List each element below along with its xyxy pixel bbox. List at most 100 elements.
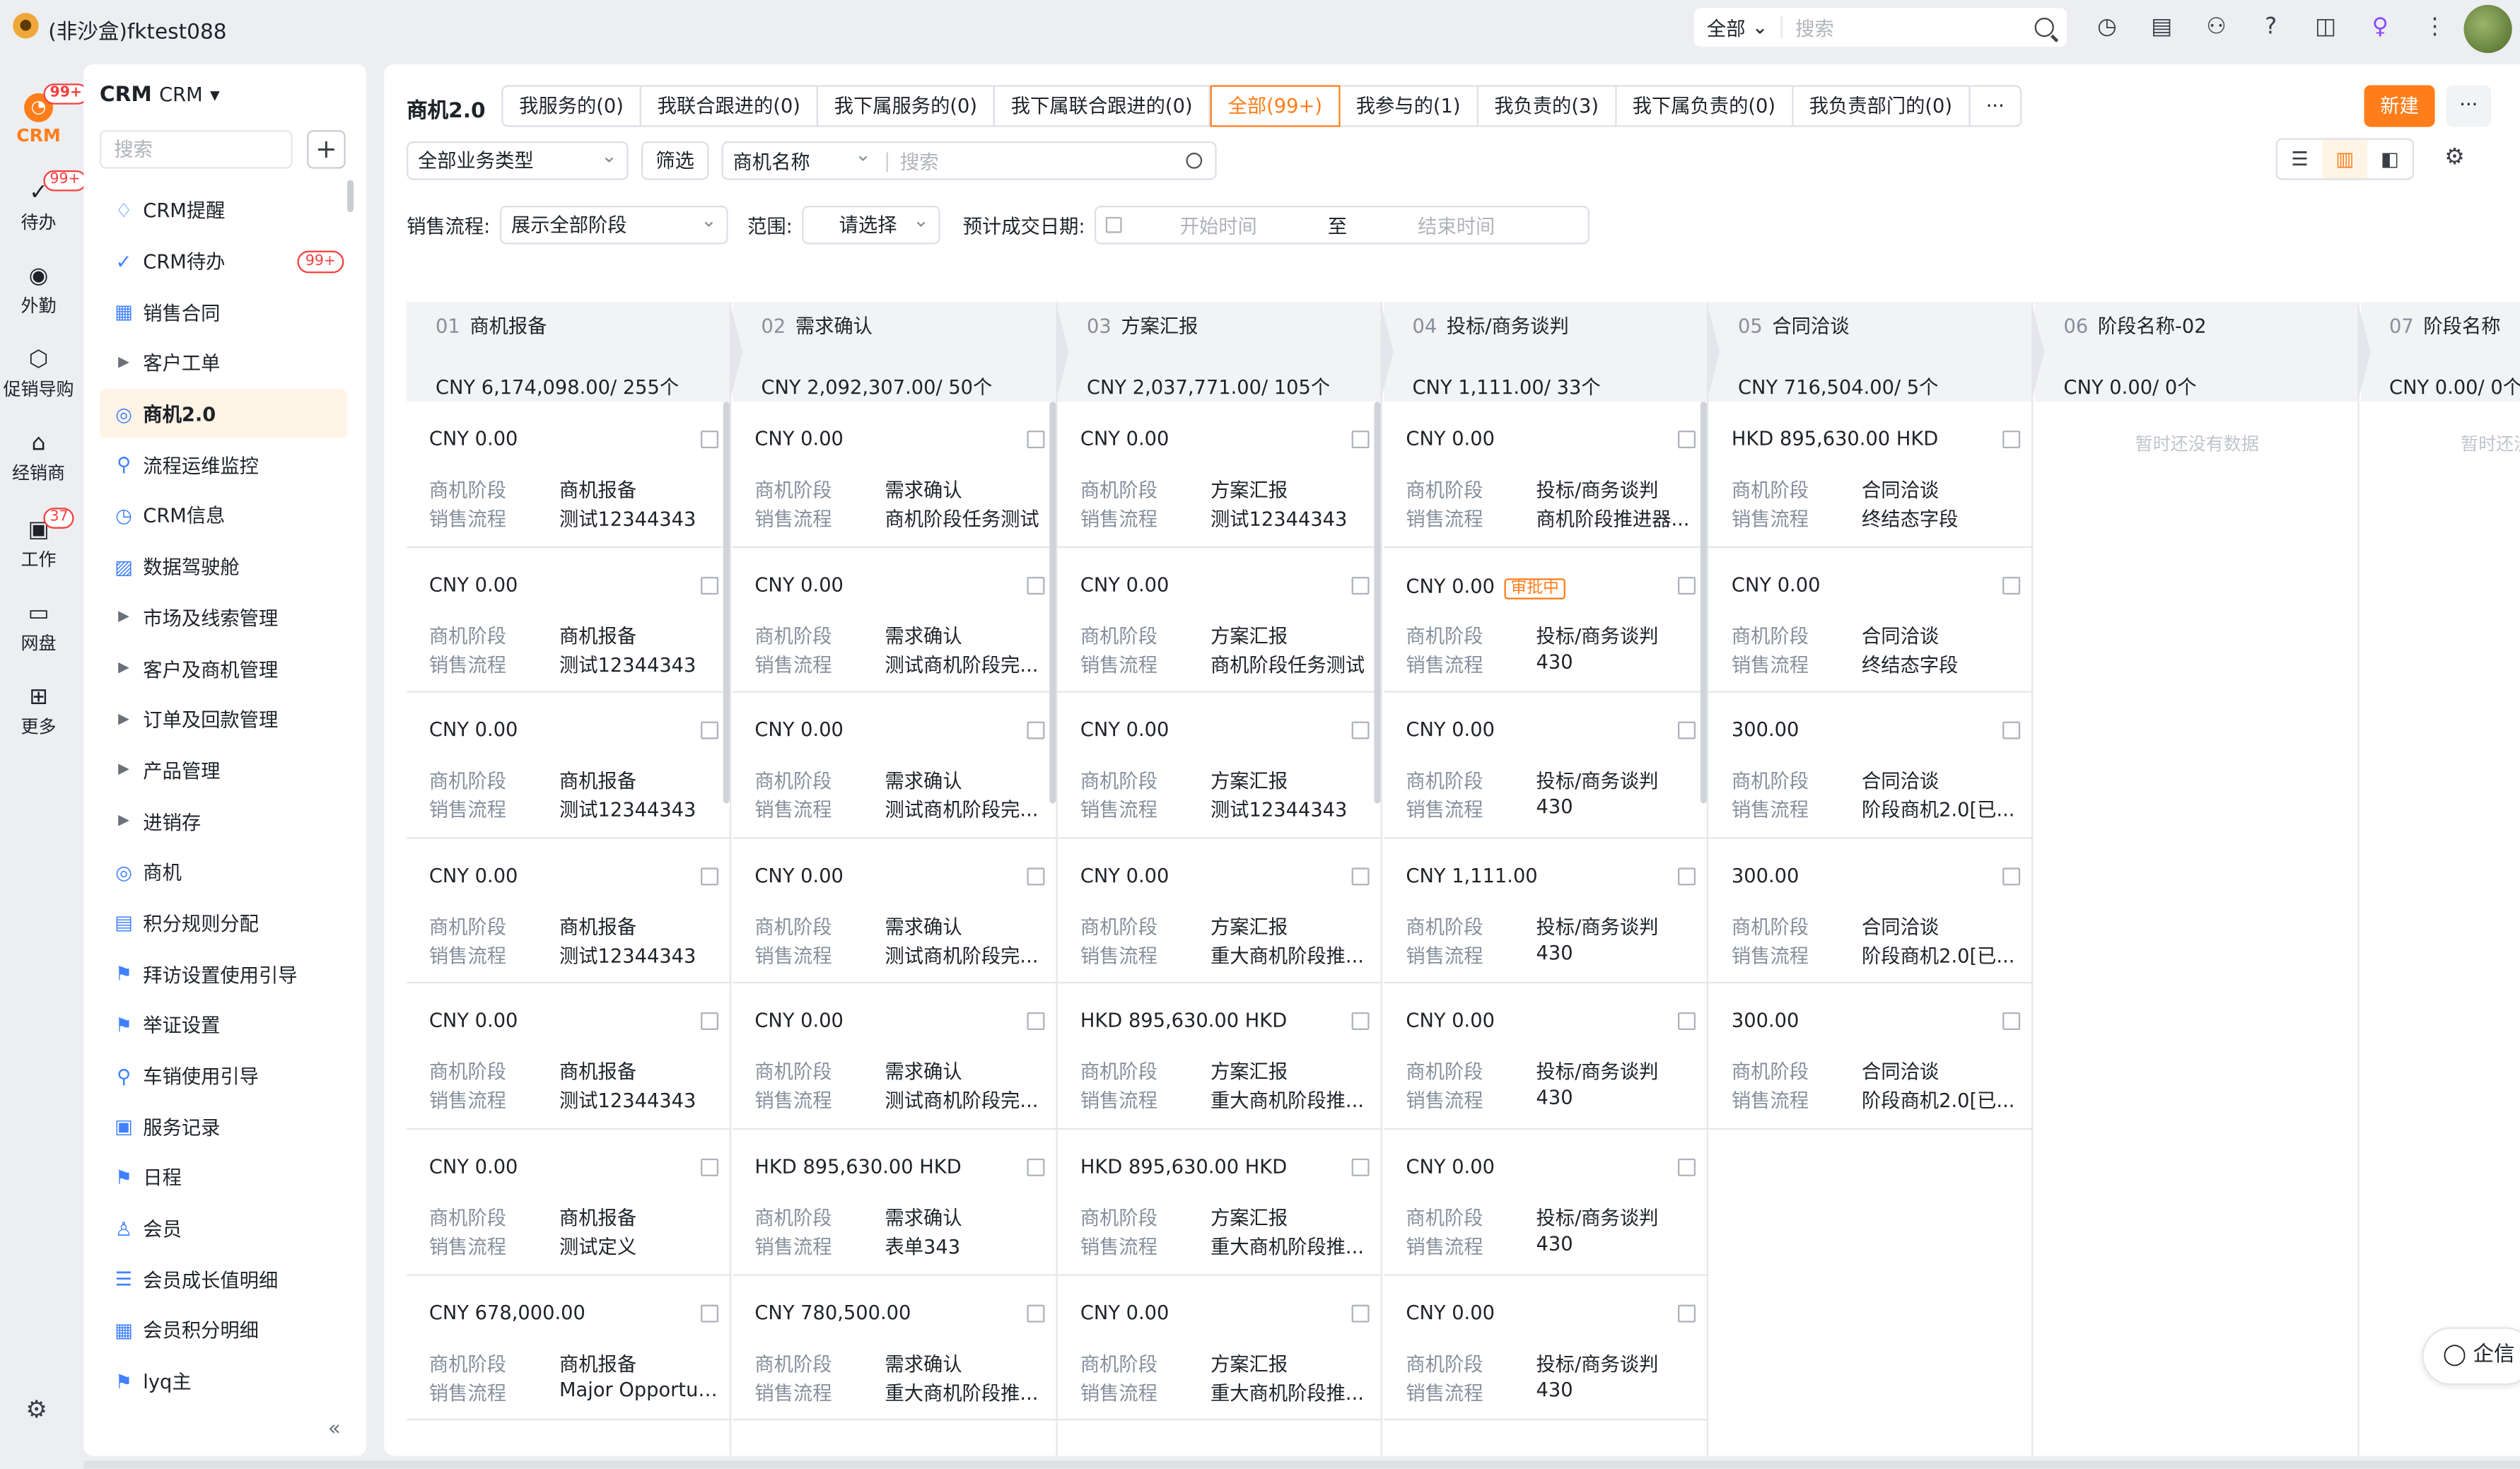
sidebar-item[interactable]: ⚲ 车销使用引导 bbox=[100, 1050, 347, 1101]
list-view-icon[interactable]: ☰ bbox=[2277, 140, 2323, 179]
edit-icon[interactable] bbox=[2003, 431, 2022, 449]
edit-icon[interactable] bbox=[1026, 1304, 1044, 1322]
date-range-picker[interactable]: 开始时间 至 结束时间 bbox=[1095, 205, 1590, 245]
edit-icon[interactable] bbox=[2003, 867, 2022, 885]
ai-assistant-icon[interactable]: ♀ bbox=[2362, 10, 2398, 45]
edit-icon[interactable] bbox=[2003, 722, 2022, 740]
opportunity-card[interactable]: CNY 0.00 商机阶段 合同洽谈 销售流程 终结态字段 bbox=[1709, 547, 2034, 693]
column-header[interactable]: 06 阶段名称-02 CNY 0.00/ 0个 bbox=[2034, 302, 2371, 402]
search-icon[interactable] bbox=[1186, 152, 1203, 169]
add-menu-button[interactable]: + bbox=[307, 130, 346, 169]
sidebar-item[interactable]: ⚑ lyq主 bbox=[100, 1356, 347, 1407]
tab-8[interactable]: 我负责部门的(0) bbox=[1792, 85, 1971, 127]
edit-icon[interactable] bbox=[1352, 722, 1370, 740]
sidebar-item[interactable]: ▶ 产品管理 bbox=[100, 745, 347, 796]
filter-button[interactable]: 筛选 bbox=[641, 141, 709, 180]
split-view-icon[interactable]: ◧ bbox=[2367, 140, 2413, 179]
column-scrollbar[interactable] bbox=[723, 402, 730, 804]
opportunity-card[interactable]: CNY 678,000.00 商机阶段 商机报备 销售流程 Major Opportun… bbox=[407, 1275, 732, 1421]
opportunity-card[interactable]: CNY 0.00 商机阶段 方案汇报 销售流程 测试12344343 bbox=[1058, 402, 1383, 548]
clock-icon[interactable]: ◷ bbox=[2089, 10, 2125, 45]
rail-item-2[interactable]: ◉ 外勤 bbox=[0, 264, 77, 318]
more-vertical-icon[interactable]: ⋮ bbox=[2417, 10, 2453, 45]
scope-select[interactable]: 请选择 bbox=[802, 202, 940, 245]
horizontal-scrollbar[interactable] bbox=[83, 1461, 2520, 1469]
rail-item-4[interactable]: ⌂ 经销商 bbox=[0, 431, 77, 485]
edit-icon[interactable] bbox=[701, 1012, 719, 1031]
sidebar-item[interactable]: ◎ 商机 bbox=[100, 847, 347, 898]
sidebar-search-input[interactable]: 搜索 bbox=[99, 130, 293, 169]
edit-icon[interactable] bbox=[1677, 1304, 1696, 1322]
edit-icon[interactable] bbox=[1352, 1304, 1370, 1322]
search-icon[interactable] bbox=[2034, 18, 2054, 37]
edit-icon[interactable] bbox=[2003, 1012, 2022, 1031]
rail-item-7[interactable]: ⊞ 更多 bbox=[0, 684, 77, 739]
edit-icon[interactable] bbox=[701, 1304, 719, 1322]
help-icon[interactable]: ? bbox=[2253, 10, 2289, 45]
sidebar-item[interactable]: ♙ 会员 bbox=[100, 1203, 347, 1254]
edit-icon[interactable] bbox=[701, 576, 719, 595]
column-header[interactable]: 07 阶段名称 CNY 0.00/ 0个 bbox=[2360, 302, 2520, 402]
tab-2[interactable]: 我下属服务的(0) bbox=[817, 85, 995, 127]
rail-item-1[interactable]: ✓ 待办 99+ bbox=[0, 170, 87, 235]
edit-icon[interactable] bbox=[2003, 576, 2022, 595]
opportunity-card[interactable]: CNY 1,111.00 商机阶段 投标/商务谈判 销售流程 430 bbox=[1383, 838, 1708, 984]
sidebar-item[interactable]: ⚑ 拜访设置使用引导 bbox=[100, 949, 347, 1000]
opportunity-card[interactable]: 300.00 商机阶段 合同洽谈 销售流程 阶段商机2.0[已... bbox=[1709, 838, 2034, 984]
global-search-input[interactable]: 搜索 bbox=[1783, 13, 2035, 41]
tab-6[interactable]: 我负责的(3) bbox=[1478, 85, 1616, 127]
opportunity-card[interactable]: CNY 0.00 商机阶段 商机报备 销售流程 测试定义 bbox=[407, 1130, 732, 1275]
sidebar-item[interactable]: ◷ CRM信息 bbox=[100, 491, 347, 542]
sidebar-item[interactable]: ⚑ 日程 bbox=[100, 1152, 347, 1203]
opportunity-card[interactable]: CNY 0.00 商机阶段 需求确认 销售流程 商机阶段任务测试 bbox=[732, 402, 1057, 548]
edit-icon[interactable] bbox=[1677, 867, 1696, 885]
rail-item-6[interactable]: ▭ 网盘 bbox=[0, 601, 77, 655]
edit-icon[interactable] bbox=[1677, 1158, 1696, 1176]
shop-icon[interactable]: ◫ bbox=[2308, 10, 2343, 45]
tab-3[interactable]: 我下属联合跟进的(0) bbox=[994, 85, 1211, 127]
opportunity-card[interactable]: CNY 780,500.00 商机阶段 需求确认 销售流程 重大商机阶段推... bbox=[732, 1275, 1057, 1421]
sidebar-item[interactable]: ▣ 服务记录 bbox=[100, 1101, 347, 1152]
opportunity-card[interactable]: CNY 0.00 商机阶段 方案汇报 销售流程 重大商机阶段推... bbox=[1058, 838, 1383, 984]
rail-item-0[interactable]: ◔ CRM 99+ bbox=[0, 83, 89, 146]
opportunity-card[interactable]: CNY 0.00 商机阶段 商机报备 销售流程 测试12344343 bbox=[407, 693, 732, 839]
opportunity-card[interactable]: CNY 0.00 商机阶段 投标/商务谈判 销售流程 430 bbox=[1383, 693, 1708, 839]
more-actions-button[interactable]: ··· bbox=[2446, 85, 2492, 127]
kanban-view-icon[interactable]: ▥ bbox=[2322, 139, 2368, 179]
sidebar-item[interactable]: ♢ CRM提醒 bbox=[100, 185, 347, 235]
sidebar-item[interactable]: ☰ 会员成长值明细 bbox=[100, 1254, 347, 1305]
collapse-sidebar-icon[interactable]: « bbox=[328, 1417, 341, 1441]
column-header[interactable]: 02 需求确认 CNY 2,092,307.00/ 50个 bbox=[732, 302, 1068, 402]
sidebar-item[interactable]: ▦ 销售合同 bbox=[100, 286, 347, 337]
opportunity-card[interactable]: HKD 895,630.00 HKD 商机阶段 方案汇报 销售流程 重大商机阶段推... bbox=[1058, 984, 1383, 1130]
opportunity-search-input[interactable]: 搜索 bbox=[890, 147, 1186, 175]
tab-4[interactable]: 全部(99+) bbox=[1210, 85, 1341, 127]
sidebar-item[interactable]: ▶ 订单及回款管理 bbox=[100, 694, 347, 745]
new-button[interactable]: 新建 bbox=[2364, 85, 2435, 127]
tab-7[interactable]: 我下属负责的(0) bbox=[1616, 85, 1793, 127]
opportunity-card[interactable]: HKD 895,630.00 HKD 商机阶段 需求确认 销售流程 表单343 bbox=[732, 1130, 1057, 1275]
global-search[interactable]: 全部 ⌄ 搜索 bbox=[1693, 8, 2067, 47]
opportunity-card[interactable]: CNY 0.00 商机阶段 需求确认 销售流程 测试商机阶段完... bbox=[732, 547, 1057, 693]
edit-icon[interactable] bbox=[1677, 1012, 1696, 1031]
opportunity-card[interactable]: CNY 0.00 商机阶段 方案汇报 销售流程 重大商机阶段推... bbox=[1058, 1275, 1383, 1421]
opportunity-card[interactable]: CNY 0.00 商机阶段 需求确认 销售流程 测试商机阶段完... bbox=[732, 984, 1057, 1130]
column-scrollbar[interactable] bbox=[1374, 402, 1381, 804]
opportunity-card[interactable]: CNY 0.00 审批中 商机阶段 投标/商务谈判 销售流程 430 bbox=[1383, 547, 1708, 693]
edit-icon[interactable] bbox=[1352, 431, 1370, 449]
edit-icon[interactable] bbox=[701, 867, 719, 885]
edit-icon[interactable] bbox=[1026, 1012, 1044, 1031]
opportunity-card[interactable]: CNY 0.00 商机阶段 投标/商务谈判 销售流程 430 bbox=[1383, 984, 1708, 1130]
sales-process-select[interactable]: 展示全部阶段 bbox=[500, 202, 728, 245]
view-settings-icon[interactable]: ⚙ bbox=[2444, 145, 2465, 170]
edit-icon[interactable] bbox=[1026, 431, 1044, 449]
opportunity-card[interactable]: CNY 0.00 商机阶段 需求确认 销售流程 测试商机阶段完... bbox=[732, 693, 1057, 839]
tab-0[interactable]: 我服务的(0) bbox=[501, 85, 641, 127]
opportunity-card[interactable]: CNY 0.00 商机阶段 投标/商务谈判 销售流程 430 bbox=[1383, 1130, 1708, 1275]
opportunity-card[interactable]: CNY 0.00 商机阶段 方案汇报 销售流程 测试12344343 bbox=[1058, 693, 1383, 839]
sidebar-item[interactable]: ▶ 客户工单 bbox=[100, 337, 347, 388]
tab-1[interactable]: 我联合跟进的(0) bbox=[641, 85, 818, 127]
sidebar-item[interactable]: ▶ 客户及商机管理 bbox=[100, 643, 347, 694]
search-scope-select[interactable]: 全部 ⌄ bbox=[1694, 16, 1783, 40]
opportunity-card[interactable]: 300.00 商机阶段 合同洽谈 销售流程 阶段商机2.0[已... bbox=[1709, 984, 2034, 1130]
